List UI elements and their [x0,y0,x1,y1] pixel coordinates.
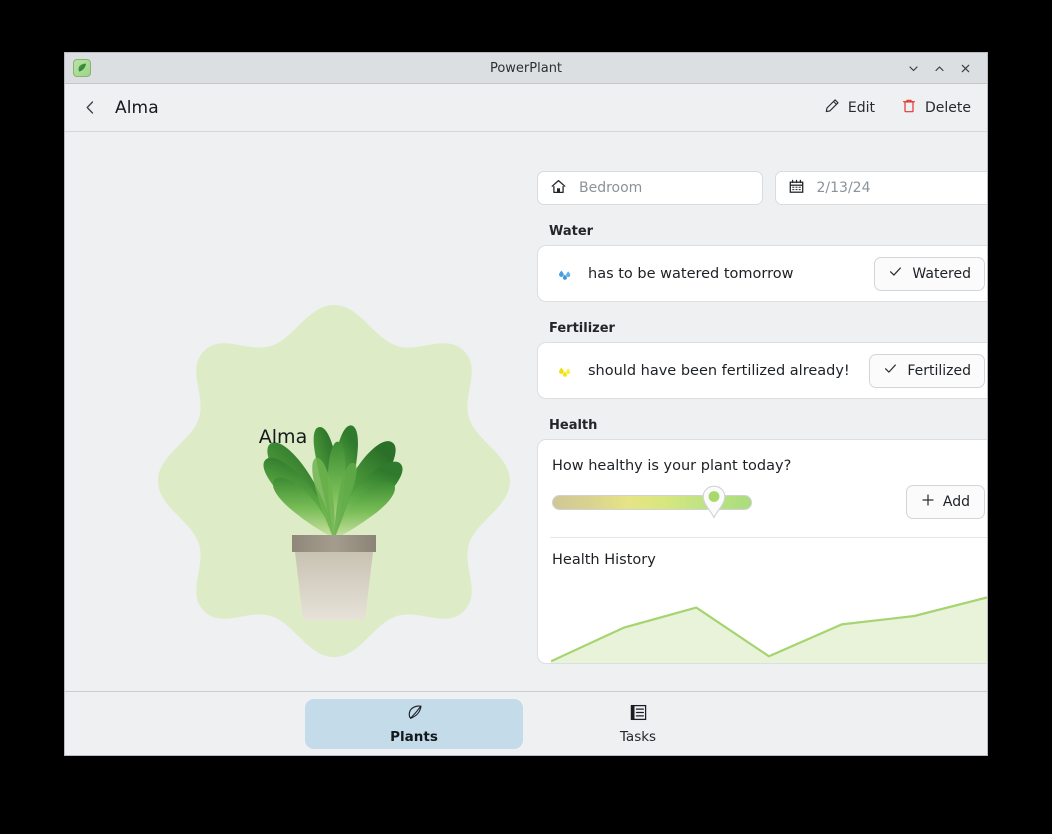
bottom-navigation: Plants Tasks [65,691,987,755]
window-controls [901,57,987,79]
pencil-icon [824,98,840,118]
nav-item-tasks[interactable]: Tasks [529,699,747,749]
date-field[interactable]: 2/13/24 [775,171,989,205]
water-reminder-row: has to be watered tomorrow Watered [538,246,988,301]
plant-name: Alma [65,426,501,448]
add-label: Add [943,494,970,510]
slider-thumb[interactable] [701,485,727,519]
location-value: Bedroom [579,180,642,196]
calendar-icon [788,178,805,199]
fertilized-label: Fertilized [907,363,971,379]
health-history-chart [551,579,987,663]
water-card: has to be watered tomorrow Watered [537,245,988,302]
leaf-app-icon [73,59,91,77]
water-section-label: Water [549,224,988,239]
window-title: PowerPlant [65,61,987,76]
main-content: Alma Bedroom [65,132,987,691]
fertilizer-section-label: Fertilizer [549,321,988,336]
app-window: PowerPlant Alma [64,52,988,756]
nav-label-plants: Plants [390,729,438,745]
fertilizer-drops-icon [554,361,576,381]
plant-hero: Alma [65,132,501,691]
close-button[interactable] [953,57,977,79]
plus-icon [921,493,935,511]
check-icon [883,361,898,380]
health-card: How healthy is your plant today? [537,439,988,664]
list-icon [629,703,648,726]
fertilized-button[interactable]: Fertilized [869,354,985,388]
fertilizer-card: should have been fertilized already! Fer… [537,342,988,399]
leaf-icon [405,703,424,726]
flower-pot [292,535,376,620]
health-history-title: Health History [538,538,988,568]
fertilizer-reminder-row: should have been fertilized already! Fer… [538,343,988,398]
water-drops-icon [554,264,576,284]
location-field[interactable]: Bedroom [537,171,763,205]
delete-button[interactable]: Delete [899,94,973,122]
header-actions: Edit Delete [822,94,973,122]
headerbar: Alma Edit De [65,84,987,132]
back-button[interactable] [75,93,105,123]
check-icon [888,264,903,283]
nav-item-plants[interactable]: Plants [305,699,523,749]
watered-label: Watered [912,266,971,282]
delete-label: Delete [925,100,971,116]
minimize-button[interactable] [901,57,925,79]
date-value: 2/13/24 [817,180,871,196]
home-icon [550,178,567,199]
health-section-label: Health [549,418,988,433]
health-slider[interactable] [552,487,752,517]
edit-button[interactable]: Edit [822,94,877,122]
plant-illustration [143,299,525,682]
trash-icon [901,98,917,118]
page-title: Alma [115,98,159,118]
meta-fields: Bedroom 2/13/24 [537,171,988,205]
watered-button[interactable]: Watered [874,257,985,291]
titlebar[interactable]: PowerPlant [65,53,987,84]
add-health-button[interactable]: Add [906,485,985,519]
edit-label: Edit [848,100,875,116]
health-question: How healthy is your plant today? [538,440,988,474]
maximize-button[interactable] [927,57,951,79]
health-slider-row: Add [538,474,988,537]
details-panel: Bedroom 2/13/24 Water [501,132,988,691]
fertilizer-message: should have been fertilized already! [588,363,850,379]
water-message: has to be watered tomorrow [588,266,794,282]
nav-label-tasks: Tasks [620,729,656,745]
